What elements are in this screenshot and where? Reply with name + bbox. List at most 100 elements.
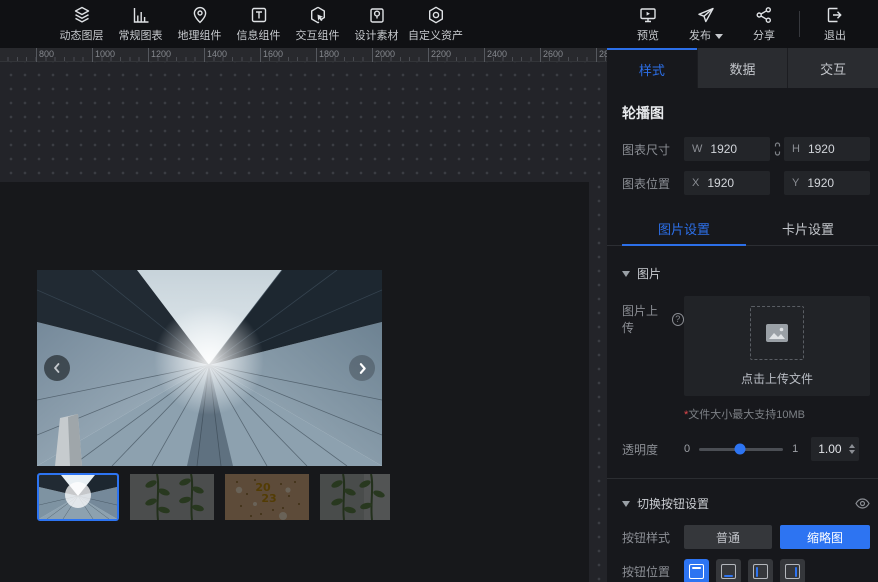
ruler-tick-label: 1000	[95, 49, 115, 59]
height-field[interactable]: H 1920	[784, 137, 870, 161]
value-stepper[interactable]	[849, 444, 855, 454]
horizontal-ruler: 800 1000 1200 1400 1600 1800 2000 2200 2…	[0, 48, 607, 62]
carousel-component[interactable]	[37, 270, 382, 466]
button-position-row: 按钮位置	[622, 559, 870, 582]
slider-handle[interactable]	[735, 444, 746, 455]
position-left-icon	[753, 564, 768, 579]
help-icon[interactable]: ?	[672, 313, 684, 326]
link-dimensions-icon[interactable]	[770, 142, 784, 156]
button-style-normal[interactable]: 普通	[684, 525, 772, 549]
chart-size-label: 图表尺寸	[622, 141, 684, 158]
carousel-prev-button[interactable]	[44, 355, 70, 381]
chart-position-label: 图表位置	[622, 175, 684, 192]
thumbnail-plant-2[interactable]	[320, 474, 390, 520]
share-icon	[754, 5, 774, 25]
y-field[interactable]: Y 1920	[784, 171, 870, 195]
toolbar-item-charts[interactable]: 常规图表	[111, 5, 170, 43]
image-upload-row: 图片上传 ? 点击上传文件	[622, 296, 870, 396]
tab-card-settings[interactable]: 卡片设置	[746, 212, 870, 245]
position-right-icon	[785, 564, 800, 579]
design-asset-icon	[367, 5, 387, 25]
opacity-row: 透明度 0 1 1.00	[622, 437, 870, 461]
ruler-tick-label: 1400	[207, 49, 227, 59]
slider-min-label: 0	[684, 443, 690, 455]
toolbar-item-dynamic-layers[interactable]: 动态图层	[52, 5, 111, 43]
image-section-header[interactable]: 图片	[622, 265, 870, 282]
architecture-photo	[37, 270, 382, 466]
carousel-next-button[interactable]	[349, 355, 375, 381]
stepper-down-icon[interactable]	[849, 450, 855, 454]
preview-icon	[638, 5, 658, 25]
toolbar-item-design-assets[interactable]: 设计素材	[347, 5, 406, 43]
visibility-eye-icon[interactable]	[855, 498, 870, 509]
button-style-thumbnail[interactable]: 缩略图	[780, 525, 870, 549]
toolbar-divider	[799, 11, 800, 37]
position-bottom-icon	[721, 564, 736, 579]
opacity-slider[interactable]	[699, 448, 783, 451]
upload-dropzone[interactable]: 点击上传文件	[684, 296, 870, 396]
button-style-label: 按钮样式	[622, 529, 684, 546]
upload-size-note: *文件大小最大支持10MB	[684, 406, 870, 422]
opacity-label: 透明度	[622, 441, 684, 458]
ruler-tick-label: 2400	[487, 49, 507, 59]
section-divider	[607, 478, 878, 479]
chevron-down-icon	[715, 34, 723, 39]
preview-button[interactable]: 预览	[619, 5, 677, 43]
component-title: 轮播图	[622, 103, 870, 123]
image-placeholder-icon	[765, 323, 789, 343]
button-position-label: 按钮位置	[622, 563, 684, 580]
publish-label: 发布	[689, 27, 723, 43]
map-pin-icon	[190, 5, 210, 25]
position-top-button[interactable]	[684, 559, 709, 582]
settings-panel: 样式 数据 交互 轮播图 图表尺寸 W 1920 H 1920	[607, 48, 878, 582]
ruler-tick-label: 800	[39, 49, 54, 59]
thumbnail-2023-confetti[interactable]: 20 23	[225, 474, 309, 520]
x-field[interactable]: X 1920	[684, 171, 770, 195]
tab-interaction[interactable]: 交互	[787, 48, 878, 88]
share-button[interactable]: 分享	[735, 5, 793, 43]
image-upload-label: 图片上传 ?	[622, 302, 684, 336]
position-bottom-button[interactable]	[716, 559, 741, 582]
chevron-right-icon	[356, 362, 369, 375]
confetti-thumb-image: 20 23	[225, 474, 309, 520]
toolbar-item-custom-assets[interactable]: 自定义资产	[406, 5, 465, 43]
toolbar-item-label: 地理组件	[178, 27, 222, 43]
panel-body: 轮播图 图表尺寸 W 1920 H 1920 图表位置	[607, 88, 878, 582]
plant-thumb-image	[130, 474, 214, 520]
toolbar-item-geo[interactable]: 地理组件	[170, 5, 229, 43]
thumbnail-architecture[interactable]	[37, 473, 119, 521]
ruler-tick-label: 1800	[319, 49, 339, 59]
tab-data[interactable]: 数据	[697, 48, 788, 88]
opacity-value-field[interactable]: 1.00	[811, 437, 859, 461]
position-right-button[interactable]	[780, 559, 805, 582]
panel-tab-bar: 样式 数据 交互	[607, 48, 878, 88]
ruler-tick-label: 2600	[543, 49, 563, 59]
tab-image-settings[interactable]: 图片设置	[622, 212, 746, 245]
preview-label: 预览	[637, 27, 659, 43]
ruler-tick-label: 2200	[431, 49, 451, 59]
top-toolbar: 动态图层 常规图表 地理组件 信息组件	[0, 0, 878, 48]
design-canvas[interactable]: 800 1000 1200 1400 1600 1800 2000 2200 2…	[0, 48, 607, 582]
width-field[interactable]: W 1920	[684, 137, 770, 161]
switch-buttons-section-header[interactable]: 切换按钮设置	[622, 495, 870, 512]
upload-text: 点击上传文件	[741, 370, 813, 387]
position-left-button[interactable]	[748, 559, 773, 582]
exit-button[interactable]: 退出	[806, 5, 864, 43]
button-position-options	[684, 559, 805, 582]
publish-button[interactable]: 发布	[677, 5, 735, 43]
tab-style[interactable]: 样式	[607, 48, 697, 88]
collapse-triangle-icon	[622, 271, 630, 277]
toolbar-item-interact[interactable]: 交互组件	[288, 5, 347, 43]
svg-text:23: 23	[261, 492, 276, 505]
toolbar-item-info[interactable]: 信息组件	[229, 5, 288, 43]
thumbnail-plant[interactable]	[130, 474, 214, 520]
artboard[interactable]: 20 23	[0, 182, 589, 582]
stepper-up-icon[interactable]	[849, 444, 855, 448]
ruler-tick-label: 1200	[151, 49, 171, 59]
share-label: 分享	[753, 27, 775, 43]
layers-icon	[72, 5, 92, 25]
chart-size-row: 图表尺寸 W 1920 H 1920	[622, 137, 870, 161]
interact-hexagon-icon	[308, 5, 328, 25]
architecture-thumb-image	[39, 475, 117, 519]
ruler-tick-label: 2800	[599, 49, 607, 59]
